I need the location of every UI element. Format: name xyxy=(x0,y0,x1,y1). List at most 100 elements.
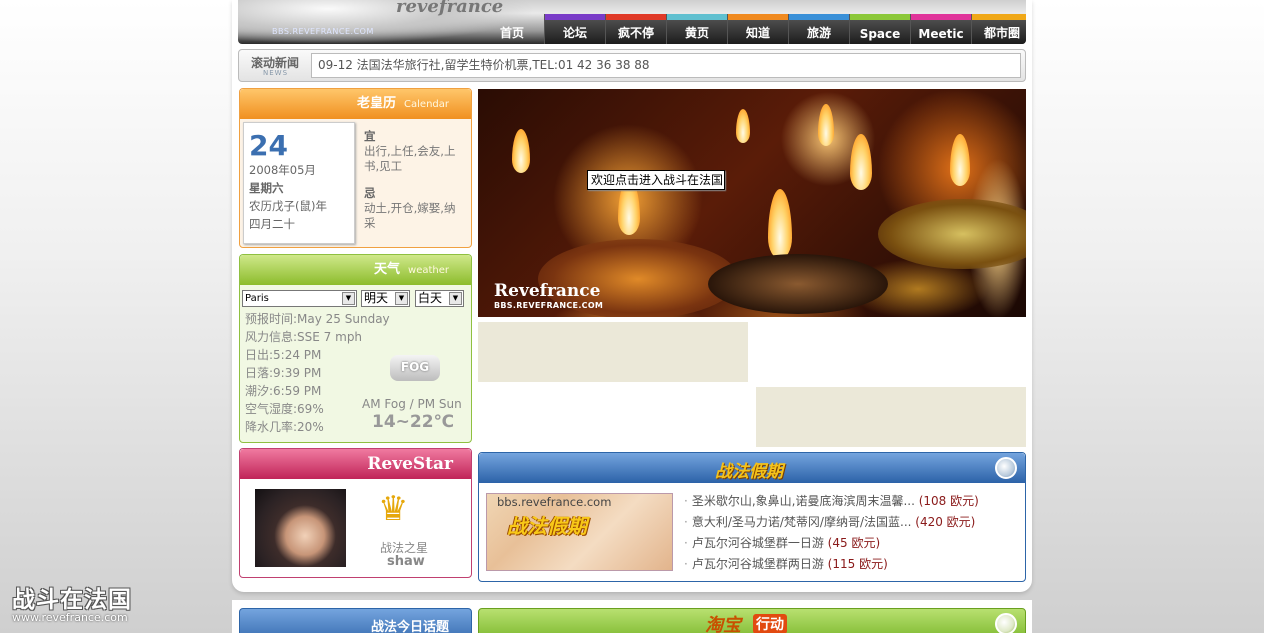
list-item-text[interactable]: 卢瓦尔河谷城堡群两日游 xyxy=(692,557,824,571)
chevron-down-icon[interactable]: ▼ xyxy=(342,292,355,305)
news-sub-label: NEWS xyxy=(263,69,289,77)
bullet-icon: · xyxy=(684,536,688,550)
watermark-title: 战斗在法国 xyxy=(12,587,132,613)
watermark: 战斗在法国 www.revefrance.com xyxy=(12,580,132,624)
chevron-down-icon[interactable]: ▼ xyxy=(449,292,462,305)
vacation-title-bar: 战法假期 xyxy=(479,453,1025,483)
today-topic-title: 战法今日话题 xyxy=(370,620,449,633)
nav-color-bar xyxy=(545,14,605,20)
day-select-value: 明天 xyxy=(364,291,389,305)
list-item[interactable]: · 卢瓦尔河谷城堡群一日游 (45 欧元) xyxy=(684,533,1014,554)
weather-title-en: weather xyxy=(408,265,449,276)
nav-item-label: Meetic xyxy=(918,27,964,41)
nav-color-bar xyxy=(972,14,1026,20)
nav-item-label: 旅游 xyxy=(806,26,831,40)
vacation-panel: 战法假期 bbs.revefrance.com 战法假期 · 圣米歇尔山,象鼻山,… xyxy=(478,452,1026,582)
calendar-almanac: 宜 出行,上任,会友,上书,见工 忌 动土,开仓,嫁娶,纳采 xyxy=(364,129,464,231)
list-item-text[interactable]: 卢瓦尔河谷城堡群一日游 xyxy=(692,536,824,550)
watermark-url: www.revefrance.com xyxy=(12,611,128,624)
vacation-image-caption: 战法假期 xyxy=(507,514,587,538)
weather-detail-line: 日落:9:39 PM xyxy=(245,366,322,380)
fog-weather-icon: FOG xyxy=(390,355,440,381)
main-banner[interactable]: Revefrance BBS.REVEFRANCE.COM xyxy=(478,89,1026,317)
ad-slot-left[interactable] xyxy=(478,322,748,382)
calendar-lunar-day: 四月二十 xyxy=(249,217,295,231)
weather-panel: 天气 weather Paris ▼ 明天 ▼ 白天 ▼ 预报时间:May 25 … xyxy=(239,254,472,443)
news-ticker: 滚动新闻 NEWS 09-12 法国法华旅行社,留学生特价机票,TEL:01 4… xyxy=(238,49,1026,82)
list-item[interactable]: · 意大利/圣马力诺/梵蒂冈/摩纳哥/法国蓝... (420 欧元) xyxy=(684,512,1014,533)
more-button[interactable] xyxy=(995,613,1017,633)
chevron-down-icon[interactable]: ▼ xyxy=(395,292,408,305)
calendar-title: 老皇历 Calendar xyxy=(240,89,471,119)
weather-details: 预报时间:May 25 Sunday 风力信息:SSE 7 mph 日出:5:24 … xyxy=(245,310,390,436)
candle-body xyxy=(878,199,1026,269)
city-select[interactable]: Paris ▼ xyxy=(242,290,357,307)
banner-url: BBS.REVEFRANCE.COM xyxy=(494,301,604,310)
bullet-icon: · xyxy=(684,557,688,571)
taobao-panel: 淘宝 行动 xyxy=(478,608,1026,633)
star-avatar[interactable] xyxy=(255,489,346,567)
nav-color-bar xyxy=(667,14,727,20)
ad-slot-right[interactable] xyxy=(756,387,1026,447)
nav-item-label: 疯不停 xyxy=(617,26,654,40)
list-item[interactable]: · 圣米歇尔山,象鼻山,诺曼底海滨周末温馨... (108 欧元) xyxy=(684,491,1014,512)
weather-detail-line: 日出:5:24 PM xyxy=(245,348,322,362)
list-item-price: (115 欧元) xyxy=(827,557,888,571)
candle-flame xyxy=(736,109,750,143)
candle-flame xyxy=(950,134,970,186)
candle-flame xyxy=(818,104,834,146)
nav-color-bar xyxy=(728,14,788,20)
weather-temperature: 14~22℃ xyxy=(372,412,455,432)
list-item-text[interactable]: 圣米歇尔山,象鼻山,诺曼底海滨周末温馨... xyxy=(692,494,915,508)
nav-item-label: 都市圈 xyxy=(983,26,1020,40)
site-header: revefrance BBS.REVEFRANCE.COM 首页 论坛 疯不停 黄页知… xyxy=(238,0,1026,44)
banner-tooltip: 欢迎点击进入战斗在法国 xyxy=(587,170,725,190)
candle-flame xyxy=(768,189,792,259)
calendar-good-heading: 宜 xyxy=(364,129,376,143)
vacation-image[interactable]: bbs.revefrance.com 战法假期 xyxy=(486,493,673,571)
revestar-title: ReveStar xyxy=(240,449,471,479)
list-item-price: (45 欧元) xyxy=(827,536,881,550)
list-item-text[interactable]: 意大利/圣马力诺/梵蒂冈/摩纳哥/法国蓝... xyxy=(692,515,912,529)
star-name[interactable]: shaw xyxy=(387,554,425,569)
calendar-year-month: 2008年05月 xyxy=(249,163,316,177)
banner-logo: Revefrance xyxy=(494,281,601,301)
nav-item[interactable]: 疯不停 xyxy=(605,14,666,44)
taobao-badge: 行动 xyxy=(753,614,787,633)
calendar-weekday: 星期六 xyxy=(249,181,284,195)
nav-item[interactable]: 论坛 xyxy=(544,14,605,44)
nav-item[interactable]: 都市圈 xyxy=(971,14,1026,44)
nav-item[interactable]: 旅游 xyxy=(788,14,849,44)
taobao-title: 淘宝 xyxy=(705,615,741,633)
site-url: BBS.REVEFRANCE.COM xyxy=(272,27,374,36)
nav-color-bar xyxy=(911,14,971,20)
nav-item[interactable]: Meetic xyxy=(910,14,971,44)
calendar-lunar-year: 农历戊子(鼠)年 xyxy=(249,199,327,213)
today-topic-panel: 战法今日话题 xyxy=(239,608,472,633)
more-button[interactable] xyxy=(995,457,1017,479)
calendar-bad-heading: 忌 xyxy=(364,186,376,200)
candle-body xyxy=(708,254,888,314)
calendar-bad-list: 动土,开仓,嫁娶,纳采 xyxy=(364,201,456,230)
period-select[interactable]: 白天 ▼ xyxy=(415,290,464,307)
calendar-day-card: 24 2008年05月 星期六 农历戊子(鼠)年 四月二十 xyxy=(243,122,355,244)
nav-item[interactable]: Space xyxy=(849,14,910,44)
weather-title: 天气 weather xyxy=(240,255,471,285)
calendar-title-en: Calendar xyxy=(404,99,449,110)
bullet-icon: · xyxy=(684,515,688,529)
list-item[interactable]: · 卢瓦尔河谷城堡群两日游 (115 欧元) xyxy=(684,554,1014,575)
candle-flame xyxy=(850,134,872,190)
news-text[interactable]: 09-12 法国法华旅行社,留学生特价机票,TEL:01 42 36 38 88 xyxy=(311,53,1021,78)
nav-color-bar xyxy=(606,14,666,20)
nav-item-label: 论坛 xyxy=(562,26,587,40)
vacation-image-url: bbs.revefrance.com xyxy=(497,495,612,509)
nav-item[interactable]: 黄页 xyxy=(666,14,727,44)
nav-item[interactable]: 知道 xyxy=(727,14,788,44)
main-nav: 首页 论坛 疯不停 黄页 知道 旅游 Space Meetic 都市圈 xyxy=(480,14,1026,44)
day-select[interactable]: 明天 ▼ xyxy=(361,290,410,307)
weather-title-text: 天气 xyxy=(374,262,401,277)
weather-detail-line: 风力信息:SSE 7 mph xyxy=(245,330,363,344)
vacation-title: 战法假期 xyxy=(715,462,783,482)
nav-item-label: 首页 xyxy=(499,26,524,40)
nav-item[interactable]: 首页 xyxy=(480,14,544,44)
